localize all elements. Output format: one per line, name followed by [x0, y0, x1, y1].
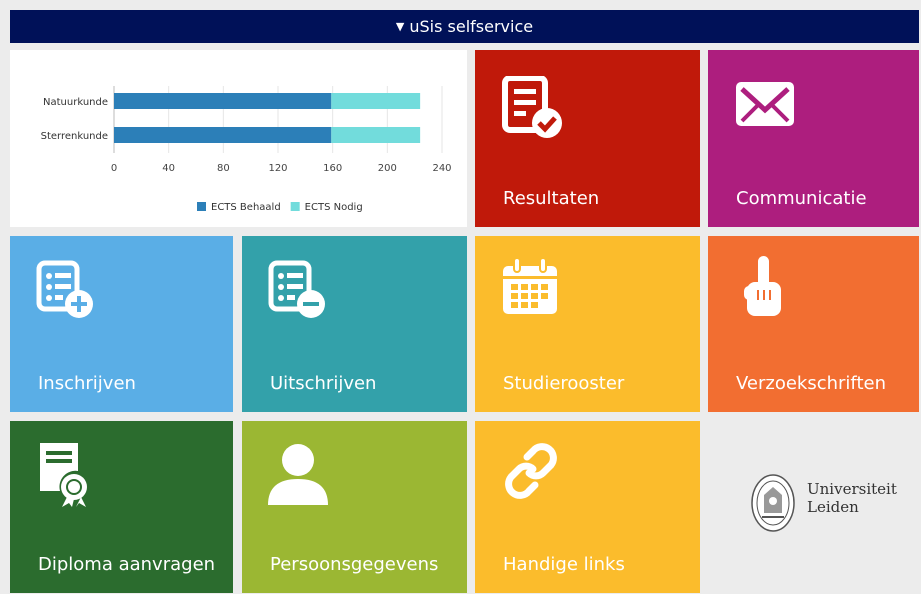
university-name-line2: Leiden — [807, 498, 859, 516]
legend-swatch — [290, 202, 300, 211]
list-add-icon — [36, 260, 93, 318]
tile-studierooster[interactable]: Studierooster — [475, 236, 700, 412]
category-label: Sterrenkunde — [41, 131, 108, 142]
tile-label: Resultaten — [503, 188, 600, 209]
tile-label: Handige links — [503, 554, 625, 575]
list-remove-icon — [268, 260, 325, 318]
link-icon — [505, 443, 557, 499]
tile-diploma-aanvragen[interactable]: Diploma aanvragen — [10, 421, 233, 593]
certificate-icon — [40, 443, 87, 507]
tile-resultaten[interactable]: Resultaten — [475, 50, 700, 227]
tile-communicatie[interactable]: Communicatie — [708, 50, 919, 227]
tile-label: Communicatie — [736, 188, 867, 209]
tile-label: Inschrijven — [38, 373, 136, 394]
tile-inschrijven[interactable]: Inschrijven — [10, 236, 233, 412]
ects-chart: 0 40 80 120 160 200 240 Natuurkunde Sterrenkunde… — [41, 86, 452, 213]
bar-segment — [331, 93, 421, 109]
category-label: Natuurkunde — [43, 97, 108, 108]
university-name-line1: Universiteit — [807, 480, 897, 498]
x-tick-label: 160 — [323, 163, 342, 174]
legend-swatch — [197, 202, 206, 211]
legend-label: ECTS Nodig — [305, 202, 363, 213]
tile-persoonsgegevens[interactable]: Persoonsgegevens — [242, 421, 467, 593]
university-name: Universiteit Leiden — [807, 480, 897, 516]
document-check-icon — [502, 76, 562, 138]
tile-verzoekschriften[interactable]: Verzoekschriften — [708, 236, 919, 412]
tile-label: Verzoekschriften — [736, 373, 886, 394]
tile-label: Studierooster — [503, 373, 625, 394]
university-seal-icon — [751, 474, 795, 532]
bar-segment — [331, 127, 421, 143]
person-icon — [268, 444, 328, 505]
x-tick-label: 200 — [378, 163, 397, 174]
app-title: uSis selfservice — [409, 17, 534, 36]
bar-segment — [114, 127, 332, 143]
caret-down-icon: ▼ — [395, 20, 405, 33]
legend-label: ECTS Behaald — [211, 202, 281, 213]
tile-handige-links[interactable]: Handige links — [475, 421, 700, 593]
x-tick-label: 240 — [432, 163, 451, 174]
x-tick-label: 120 — [268, 163, 287, 174]
x-tick-label: 40 — [162, 163, 175, 174]
service-menu-toggle[interactable]: ▼ uSis selfservice — [10, 10, 919, 43]
tile-label: Diploma aanvragen — [38, 554, 216, 575]
ects-chart-panel: 0 40 80 120 160 200 240 Natuurkunde Sterrenkunde… — [10, 50, 467, 227]
tile-label: Persoonsgegevens — [270, 554, 439, 575]
envelope-icon — [736, 82, 794, 126]
x-tick-label: 80 — [217, 163, 230, 174]
tile-label: Uitschrijven — [270, 373, 377, 394]
pointing-hand-icon — [744, 256, 781, 316]
x-tick-label: 0 — [111, 163, 117, 174]
calendar-icon — [503, 258, 557, 314]
bar-segment — [114, 93, 332, 109]
tile-uitschrijven[interactable]: Uitschrijven — [242, 236, 467, 412]
